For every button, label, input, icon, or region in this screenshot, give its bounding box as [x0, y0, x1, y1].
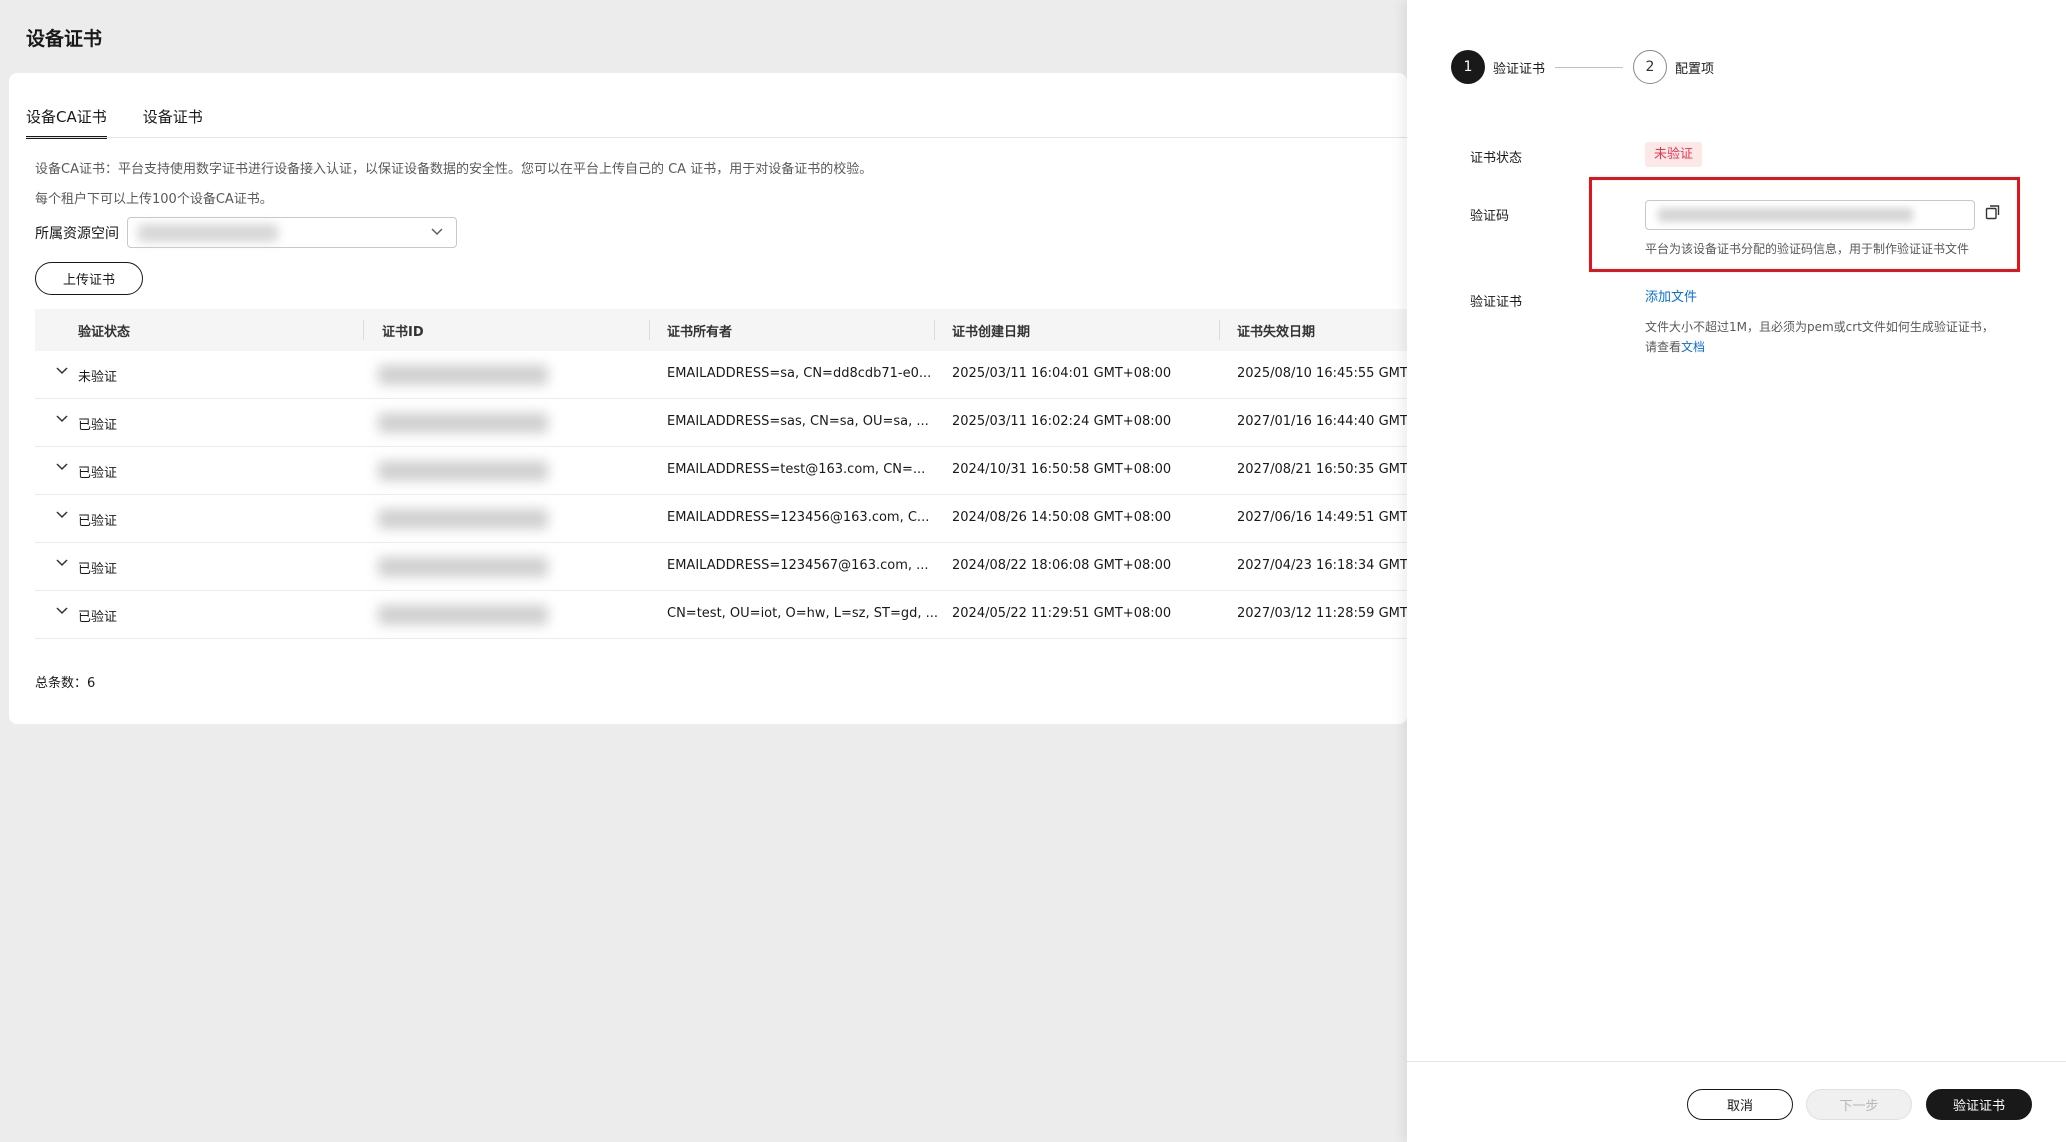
owner-cell: EMAILADDRESS=sa, CN=dd8cdb71-e0... — [667, 366, 932, 381]
expires-cell: 2027/06/16 14:49:51 GMT+0 — [1237, 510, 1427, 525]
expires-cell: 2027/04/23 16:18:34 GMT+0 — [1237, 558, 1427, 573]
column-header-status: 验证状态 — [78, 325, 131, 340]
page-title: 设备证书 — [26, 28, 103, 50]
step-1-circle: 1 — [1451, 50, 1485, 84]
column-divider — [363, 320, 364, 340]
expires-cell: 2027/01/16 16:44:40 GMT+0 — [1237, 414, 1427, 429]
resource-space-select[interactable] — [127, 217, 457, 248]
expires-cell: 2027/08/21 16:50:35 GMT+0 — [1237, 462, 1427, 477]
table-row: 已验证 EMAILADDRESS=123456@163.com, C... 20… — [35, 495, 1427, 543]
table-header: 验证状态 证书ID 证书所有者 证书创建日期 证书失效日期 — [35, 309, 1407, 351]
total-count: 总条数：6 — [35, 676, 96, 691]
next-step-button[interactable]: 下一步 — [1806, 1089, 1912, 1120]
expand-chevron-icon[interactable] — [55, 507, 69, 525]
cert-id-redacted — [378, 557, 548, 577]
resource-space-filter: 所属资源空间 — [35, 217, 457, 248]
status-cell: 已验证 — [78, 610, 118, 625]
column-header-owner: 证书所有者 — [667, 325, 733, 340]
expand-chevron-icon[interactable] — [55, 411, 69, 429]
table-row: 已验证 EMAILADDRESS=sas, CN=sa, OU=sa, ... … — [35, 399, 1427, 447]
footer-divider — [1407, 1061, 2066, 1062]
owner-cell: EMAILADDRESS=sas, CN=sa, OU=sa, ... — [667, 414, 929, 429]
cert-id-redacted — [378, 509, 548, 529]
file-help-text: 文件大小不超过1M，且必须为pem或crt文件如何生成验证证书，请查看文档 — [1645, 317, 2005, 357]
created-cell: 2025/03/11 16:02:24 GMT+08:00 — [952, 414, 1172, 429]
owner-cell: EMAILADDRESS=123456@163.com, C... — [667, 510, 930, 525]
column-divider — [1219, 320, 1220, 340]
doc-link[interactable]: 文档 — [1681, 340, 1705, 354]
column-divider — [934, 320, 935, 340]
owner-cell: EMAILADDRESS=1234567@163.com, ... — [667, 558, 929, 573]
upload-cert-button[interactable]: 上传证书 — [35, 262, 143, 295]
add-file-link[interactable]: 添加文件 — [1645, 286, 1697, 305]
cert-status-label: 证书状态 — [1470, 151, 1523, 166]
status-cell: 未验证 — [78, 370, 118, 385]
verification-code-help: 平台为该设备证书分配的验证码信息，用于制作验证证书文件 — [1645, 242, 1970, 256]
created-cell: 2024/10/31 16:50:58 GMT+08:00 — [952, 462, 1172, 477]
created-cell: 2024/05/22 11:29:51 GMT+08:00 — [952, 606, 1172, 621]
table-row: 已验证 CN=test, OU=iot, O=hw, L=sz, ST=gd, … — [35, 591, 1427, 639]
tabs-divider — [26, 137, 1407, 138]
step-2-label: 配置项 — [1675, 61, 1715, 77]
column-divider — [649, 320, 650, 340]
step-1-label: 验证证书 — [1493, 61, 1546, 77]
table-row: 已验证 EMAILADDRESS=1234567@163.com, ... 20… — [35, 543, 1427, 591]
owner-cell: EMAILADDRESS=test@163.com, CN=... — [667, 462, 926, 477]
step-connector — [1555, 66, 1624, 68]
step-2-circle: 2 — [1633, 50, 1668, 84]
copy-icon[interactable] — [1984, 203, 2002, 221]
table-row: 未验证 EMAILADDRESS=sa, CN=dd8cdb71-e0... 2… — [35, 351, 1427, 399]
created-cell: 2025/03/11 16:04:01 GMT+08:00 — [952, 366, 1172, 381]
cancel-button[interactable]: 取消 — [1687, 1089, 1793, 1120]
cert-table: 验证状态 证书ID 证书所有者 证书创建日期 证书失效日期 未验证 EMAILA… — [35, 309, 1427, 639]
stepper: 1 验证证书 2 配置项 — [1451, 50, 1714, 84]
owner-cell: CN=test, OU=iot, O=hw, L=sz, ST=gd, ... — [667, 606, 939, 621]
cert-id-redacted — [378, 461, 548, 481]
expand-chevron-icon[interactable] — [55, 363, 69, 381]
status-badge: 未验证 — [1645, 142, 1703, 167]
status-cell: 已验证 — [78, 514, 118, 529]
verify-cert-drawer: 1 验证证书 2 配置项 证书状态 未验证 验证码 平台为该设备证书分配的验证码… — [1407, 0, 2066, 1142]
expires-cell: 2027/03/12 11:28:59 GMT+0 — [1237, 606, 1427, 621]
verification-code-redacted — [1658, 208, 1913, 222]
chevron-down-icon — [430, 224, 444, 242]
cert-id-redacted — [378, 365, 548, 385]
column-header-created: 证书创建日期 — [952, 325, 1031, 340]
created-cell: 2024/08/26 14:50:08 GMT+08:00 — [952, 510, 1172, 525]
expires-cell: 2025/08/10 16:45:55 GMT+0 — [1237, 366, 1427, 381]
status-cell: 已验证 — [78, 562, 118, 577]
verification-code-label: 验证码 — [1470, 209, 1510, 224]
resource-space-value-redacted — [138, 224, 278, 242]
cert-id-redacted — [378, 413, 548, 433]
expand-chevron-icon[interactable] — [55, 603, 69, 621]
description-line-2: 每个租户下可以上传100个设备CA证书。 — [35, 192, 273, 207]
resource-space-label: 所属资源空间 — [35, 225, 119, 242]
column-header-cert-id: 证书ID — [382, 325, 424, 340]
verification-code-field[interactable] — [1645, 200, 1975, 230]
expand-chevron-icon[interactable] — [55, 555, 69, 573]
device-cert-page: 设备证书 设备CA证书 设备证书 设备CA证书：平台支持使用数字证书进行设备接入… — [0, 0, 1427, 1142]
cert-tabs: 设备CA证书 设备证书 — [26, 103, 203, 139]
tab-device-cert[interactable]: 设备证书 — [143, 103, 203, 139]
created-cell: 2024/08/22 18:06:08 GMT+08:00 — [952, 558, 1172, 573]
expand-chevron-icon[interactable] — [55, 459, 69, 477]
table-row: 已验证 EMAILADDRESS=test@163.com, CN=... 20… — [35, 447, 1427, 495]
column-header-expires: 证书失效日期 — [1237, 325, 1316, 340]
status-cell: 已验证 — [78, 418, 118, 433]
description-line-1: 设备CA证书：平台支持使用数字证书进行设备接入认证，以保证设备数据的安全性。您可… — [35, 162, 873, 177]
verify-cert-label: 验证证书 — [1470, 295, 1523, 310]
tab-device-ca-cert[interactable]: 设备CA证书 — [26, 103, 107, 139]
cert-id-redacted — [378, 605, 548, 625]
verify-cert-button[interactable]: 验证证书 — [1926, 1089, 2032, 1120]
status-cell: 已验证 — [78, 466, 118, 481]
